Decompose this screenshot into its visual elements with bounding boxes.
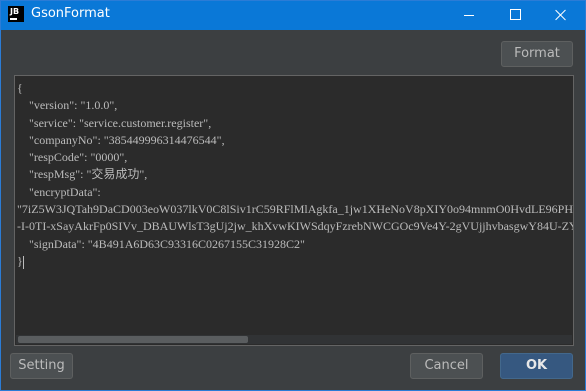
code-line: "service": "service.customer.register", (17, 115, 212, 130)
setting-button[interactable]: Setting (10, 353, 73, 379)
code-line: "version": "1.0.0", (17, 98, 118, 113)
code-line: "7iZ5W3JQTah9DaCD003eoW037lkV0C8lSiv1rC5… (17, 202, 574, 217)
minimize-icon (464, 15, 474, 16)
code-line: "respMsg": "交易成功", (17, 167, 148, 182)
json-editor[interactable]: { "version": "1.0.0", "service": "servic… (14, 75, 574, 346)
format-button[interactable]: Format (501, 41, 573, 67)
ok-button[interactable]: OK (500, 353, 573, 379)
code-line: "companyNo": "385449996314476544", (17, 132, 225, 147)
maximize-icon (510, 9, 521, 20)
logo-text: JB (10, 7, 20, 16)
text-caret (22, 255, 24, 269)
code-line: "signData": "4B491A6D63C93316C0267155C31… (17, 236, 305, 251)
jetbrains-logo-icon: JB (8, 6, 24, 22)
close-button[interactable] (539, 1, 583, 30)
maximize-button[interactable] (493, 1, 537, 30)
cancel-button[interactable]: Cancel (410, 353, 483, 379)
code-line: "respCode": "0000", (17, 150, 128, 165)
title-bar[interactable]: JB GsonFormat (1, 1, 585, 30)
code-line: -I-0TI-xSayAkrFp0SIVv_DBAUWlsT3gUj2jw_kh… (17, 219, 574, 234)
horizontal-scrollbar[interactable] (16, 335, 572, 344)
scrollbar-thumb[interactable] (18, 336, 248, 343)
close-icon (555, 9, 567, 21)
code-line: "encryptData": (17, 184, 101, 199)
gsonformat-dialog: JB GsonFormat Format { "version": "1.0.0… (0, 0, 586, 391)
window-title: GsonFormat (31, 6, 110, 21)
json-text: { "version": "1.0.0", "service": "servic… (17, 80, 574, 270)
minimize-button[interactable] (447, 1, 491, 30)
code-line: { (17, 81, 23, 95)
